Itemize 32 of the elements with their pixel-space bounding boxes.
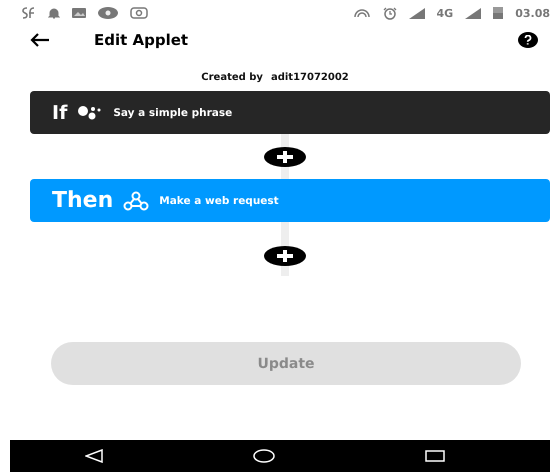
signal-icon	[465, 8, 482, 18]
alarm-icon	[382, 6, 397, 20]
add-step-button[interactable]	[264, 146, 306, 166]
battery-icon	[493, 7, 504, 19]
back-icon[interactable]	[85, 449, 103, 463]
camera-icon	[130, 7, 148, 19]
step-keyword: Then	[52, 188, 114, 213]
back-arrow-icon[interactable]	[30, 33, 50, 47]
author-name: adit17072002	[270, 72, 349, 83]
home-icon[interactable]	[253, 449, 275, 463]
step-description: Make a web request	[159, 194, 279, 206]
step-description: Say a simple phrase	[113, 106, 232, 118]
created-by-label: Created by	[201, 72, 263, 83]
hotspot-icon	[352, 8, 371, 18]
plus-icon	[277, 250, 293, 262]
help-icon[interactable]	[518, 32, 538, 48]
carrier-icon	[22, 7, 36, 19]
network-type: 4G	[436, 6, 454, 20]
action-card[interactable]: Then Make a web request	[30, 179, 550, 222]
record-icon	[98, 7, 118, 19]
signal-icon	[408, 8, 425, 18]
step-keyword: If	[52, 102, 68, 124]
add-step-button[interactable]	[264, 246, 306, 266]
plus-icon	[277, 150, 293, 162]
trigger-card[interactable]: If Say a simple phrase	[30, 91, 550, 134]
bell-icon	[48, 7, 60, 19]
recents-icon[interactable]	[425, 450, 445, 462]
dots-icon	[77, 104, 104, 120]
webhook-icon	[123, 190, 150, 210]
page-title: Edit Applet	[94, 31, 190, 49]
image-icon	[72, 8, 86, 18]
clock-time: 03.08	[515, 6, 550, 20]
